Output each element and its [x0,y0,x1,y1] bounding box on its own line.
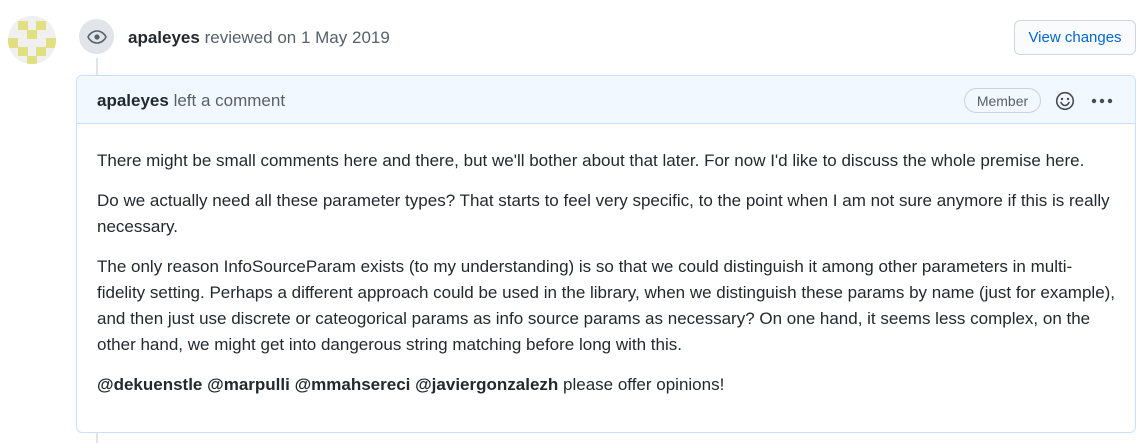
user-mention-link[interactable]: @mmahsereci [295,375,411,394]
view-changes-button[interactable]: View changes [1014,20,1136,55]
comment-paragraph: There might be small comments here and t… [97,151,1085,170]
add-reaction-button[interactable] [1054,90,1076,112]
member-badge: Member [964,88,1041,113]
comment-paragraph: The only reason InfoSourceParam exists (… [97,257,1116,354]
review-action-text: reviewed on 1 May 2019 [204,28,390,47]
comment-paragraph: Do we actually need all these parameter … [97,191,1110,236]
review-comment: apaleyes left a comment Member There mig… [76,75,1136,433]
comment-title: apaleyes left a comment [97,91,285,111]
mentions-tail-text: please offer opinions! [563,375,725,394]
user-mention-link[interactable]: @dekuenstle [97,375,202,394]
comment-action-text: left a comment [173,91,286,110]
user-mention-link[interactable]: @javiergonzalezh [415,375,558,394]
comment-mentions-paragraph: @dekuenstle @marpulli @mmahsereci @javie… [97,372,1116,398]
review-event-text: apaleyes reviewed on 1 May 2019 [128,28,390,48]
identicon-avatar-icon [8,16,56,64]
user-mention-link[interactable]: @marpulli [207,375,290,394]
comment-body: There might be small comments here and t… [77,124,1135,398]
smiley-icon [1055,91,1075,111]
avatar[interactable] [8,16,56,64]
review-author-link[interactable]: apaleyes [128,28,200,47]
pull-request-timeline: apaleyes reviewed on 1 May 2019 View cha… [0,0,1145,443]
review-event-badge [79,19,114,54]
comment-header: apaleyes left a comment Member [77,76,1135,124]
comment-options-button[interactable] [1087,90,1117,112]
comment-author-link[interactable]: apaleyes [97,91,169,110]
kebab-horizontal-icon [1091,98,1113,104]
eye-icon [86,29,107,44]
